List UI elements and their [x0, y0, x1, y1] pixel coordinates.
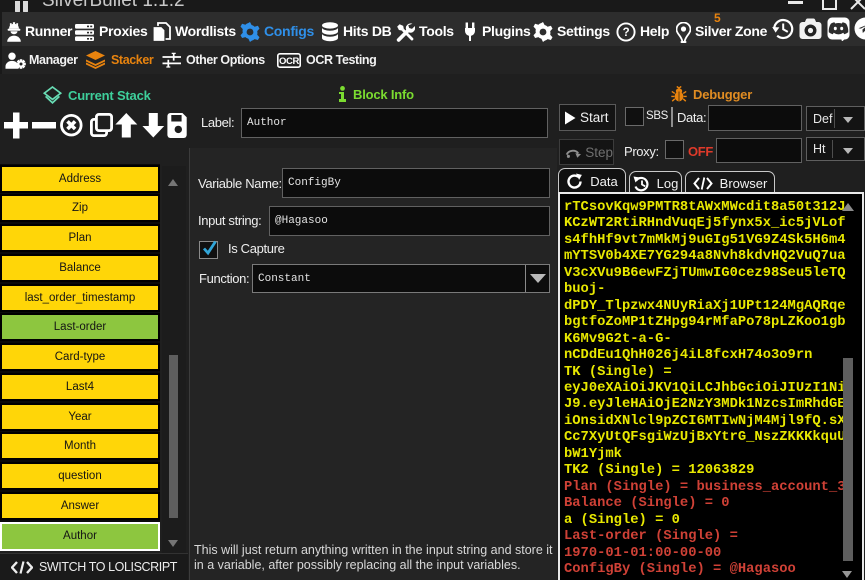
svg-text:?: ? — [623, 27, 630, 39]
svg-text:OCR: OCR — [279, 56, 299, 67]
